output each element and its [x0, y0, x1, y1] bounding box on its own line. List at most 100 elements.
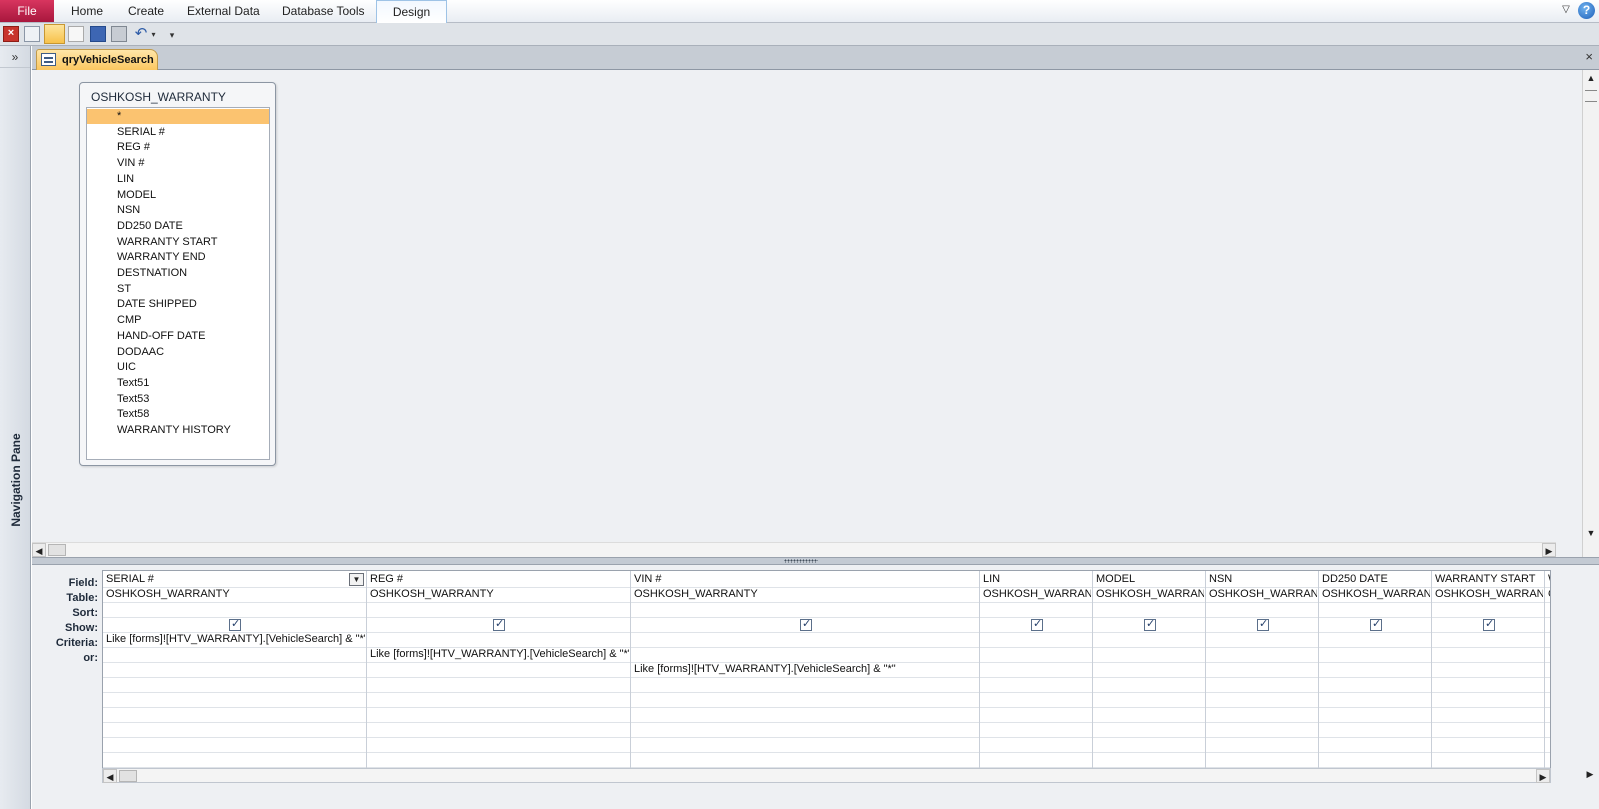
grid-cell-field[interactable]: LIN — [980, 572, 1091, 587]
close-database-icon[interactable]: × — [3, 26, 19, 42]
tab-design[interactable]: Design — [376, 0, 447, 23]
field-list-item[interactable]: VIN # — [87, 156, 269, 171]
grid-cell-field[interactable]: DD250 DATE — [1319, 572, 1430, 587]
grid-cell-field[interactable]: NSN — [1206, 572, 1317, 587]
grid-cell-table[interactable]: OSHKOSH_WARRANT — [1432, 587, 1543, 602]
field-list-item[interactable]: * — [87, 109, 269, 124]
grid-cell-field[interactable]: REG # — [367, 572, 629, 587]
grid-cell-or[interactable] — [980, 647, 1091, 662]
grid-column[interactable]: REG # OSHKOSH_WARRANTY Like [forms]![HTV_W… — [367, 571, 631, 769]
grid-cell-field[interactable]: VIN # — [631, 572, 978, 587]
field-list-title[interactable]: OSHKOSH_WARRANTY — [91, 90, 226, 104]
grid-cell-sort[interactable] — [1545, 602, 1550, 617]
grid-cell-field[interactable]: WA — [1545, 572, 1550, 587]
scroll-right-icon[interactable]: ▶ — [1542, 543, 1556, 557]
scroll-up-icon[interactable]: ▲ — [1583, 70, 1599, 86]
grid-cell-field[interactable]: WARRANTY START — [1432, 572, 1543, 587]
grid-cell-sort[interactable] — [980, 602, 1091, 617]
grid-cell-or[interactable] — [980, 662, 1091, 677]
grid-cell-or[interactable] — [1319, 647, 1430, 662]
tab-external-data[interactable]: External Data — [187, 0, 260, 22]
grid-cell-criteria[interactable] — [1319, 632, 1430, 647]
navigation-pane[interactable]: » Navigation Pane — [0, 46, 31, 809]
file-tab[interactable]: File — [0, 0, 54, 22]
show-checkbox[interactable] — [229, 617, 241, 631]
form-view-icon[interactable] — [24, 26, 40, 42]
scroll-thumb[interactable] — [119, 770, 137, 782]
grid-cell-table[interactable]: OS — [1545, 587, 1550, 602]
field-list-item[interactable]: LIN — [87, 172, 269, 187]
show-checkbox[interactable] — [1370, 617, 1382, 631]
navigation-pane-label[interactable]: Navigation Pane — [9, 433, 23, 526]
undo-icon[interactable]: ↶ — [133, 26, 149, 42]
tab-create[interactable]: Create — [128, 0, 164, 22]
help-icon[interactable]: ? — [1578, 2, 1595, 19]
grid-cell-sort[interactable] — [1093, 602, 1204, 617]
grid-cell-criteria[interactable] — [631, 632, 978, 647]
grid-cell-or[interactable] — [1432, 647, 1543, 662]
grid-cell-or[interactable] — [1206, 647, 1317, 662]
field-list-item[interactable]: NSN — [87, 203, 269, 218]
close-document-icon[interactable]: × — [1585, 50, 1593, 64]
scroll-down-icon[interactable]: ▼ — [1583, 525, 1599, 541]
scroll-right-icon[interactable]: ▶ — [1536, 769, 1550, 783]
grid-cell-table[interactable]: OSHKOSH_WARRANT — [1319, 587, 1430, 602]
grid-cell-or[interactable] — [1206, 662, 1317, 677]
field-list-item[interactable]: DD250 DATE — [87, 219, 269, 234]
field-list-item[interactable]: SERIAL # — [87, 125, 269, 140]
document-tab-qryvehiclesearch[interactable]: qryVehicleSearch — [36, 49, 158, 70]
grid-column[interactable]: NSN OSHKOSH_WARRANT — [1206, 571, 1319, 769]
upper-horizontal-scrollbar[interactable]: ◀ ▶ — [32, 542, 1556, 557]
table-design-pane[interactable]: OSHKOSH_WARRANTY * SERIAL # REG # VIN # LIN M… — [32, 70, 1599, 557]
grid-cell-field[interactable]: MODEL — [1093, 572, 1204, 587]
show-checkbox[interactable] — [1483, 617, 1495, 631]
grid-cell-sort[interactable] — [367, 602, 629, 617]
design-view-icon[interactable] — [44, 24, 65, 44]
grid-cell-or[interactable] — [1319, 662, 1430, 677]
grid-cell-or[interactable] — [367, 662, 629, 677]
scroll-thumb[interactable] — [48, 544, 66, 556]
grid-column[interactable]: MODEL OSHKOSH_WARRANT — [1093, 571, 1206, 769]
show-checkbox[interactable] — [1031, 617, 1043, 631]
field-list-item[interactable]: Text51 — [87, 376, 269, 391]
field-list-item[interactable]: WARRANTY END — [87, 250, 269, 265]
grid-cell-or[interactable] — [1093, 662, 1204, 677]
grid-cell-or[interactable] — [1545, 647, 1550, 662]
grid-cell-criteria[interactable] — [1206, 632, 1317, 647]
grid-cell-criteria[interactable] — [1093, 632, 1204, 647]
field-list-item[interactable]: DESTNATION — [87, 266, 269, 281]
grid-cell-criteria[interactable] — [1545, 632, 1550, 647]
show-checkbox[interactable] — [1144, 617, 1156, 631]
grid-cell-or[interactable] — [1545, 662, 1550, 677]
upper-vertical-scrollbar[interactable]: ▲ ▼ — [1582, 70, 1599, 557]
grid-cell-or[interactable] — [631, 647, 978, 662]
grid-cell-table[interactable]: OSHKOSH_WARRANT — [1206, 587, 1317, 602]
grid-column[interactable]: LIN OSHKOSH_WARRANT — [980, 571, 1093, 769]
grid-column[interactable]: SERIAL # OSHKOSH_WARRANTY Like [forms]![HT… — [103, 571, 367, 769]
grid-cell-sort[interactable] — [1432, 602, 1543, 617]
show-checkbox[interactable] — [493, 617, 505, 631]
splitter-grip[interactable] — [784, 559, 818, 563]
field-dropdown-icon[interactable]: ▼ — [349, 573, 364, 586]
grid-cell-or[interactable] — [103, 647, 365, 662]
scroll-thumb[interactable] — [1585, 90, 1597, 102]
field-list-window[interactable]: OSHKOSH_WARRANTY * SERIAL # REG # VIN # LIN M… — [79, 82, 276, 466]
grid-cell-sort[interactable] — [1319, 602, 1430, 617]
customize-toolbar-icon[interactable]: ▾ — [166, 26, 178, 42]
grid-cell-sort[interactable] — [1206, 602, 1317, 617]
scroll-left-icon[interactable]: ◀ — [103, 769, 117, 783]
expand-nav-pane-icon[interactable]: » — [0, 50, 30, 68]
field-list-item[interactable]: DATE SHIPPED — [87, 297, 269, 312]
grid-cell-sort[interactable] — [103, 602, 365, 617]
tab-database-tools[interactable]: Database Tools — [282, 0, 365, 22]
grid-cell-table[interactable]: OSHKOSH_WARRANT — [980, 587, 1091, 602]
tab-home[interactable]: Home — [71, 0, 103, 22]
grid-column[interactable]: DD250 DATE OSHKOSH_WARRANT — [1319, 571, 1432, 769]
grid-cell-table[interactable]: OSHKOSH_WARRANTY — [631, 587, 978, 602]
undo-dropdown-icon[interactable]: ▾ — [149, 26, 158, 42]
grid-cell-table[interactable]: OSHKOSH_WARRANTY — [367, 587, 629, 602]
field-list-item[interactable]: UIC — [87, 360, 269, 375]
field-list-item[interactable]: ST — [87, 282, 269, 297]
minimize-ribbon-icon[interactable]: ▽ — [1559, 3, 1573, 17]
grid-column[interactable]: WAOS — [1545, 571, 1550, 769]
